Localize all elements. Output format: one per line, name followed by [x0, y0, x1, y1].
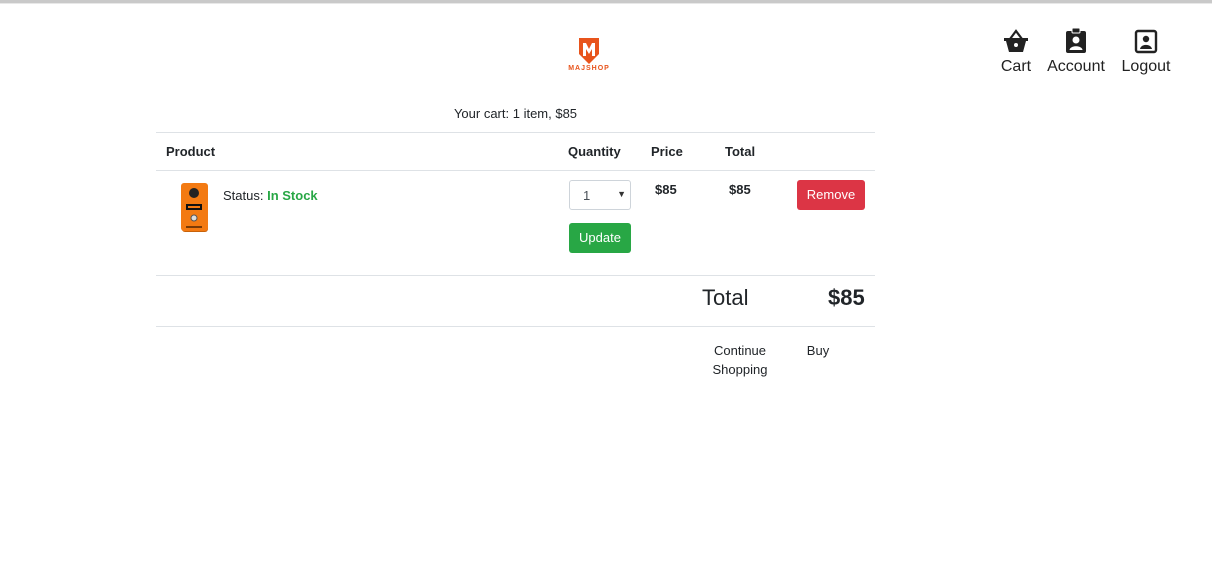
id-badge-icon: [1066, 28, 1086, 53]
guitar-pedal-icon[interactable]: [178, 182, 212, 234]
order-total-value: $85: [828, 285, 865, 310]
brand-name: MAJSHOP: [568, 65, 610, 72]
stock-status-value: In Stock: [267, 188, 318, 203]
brand-logo[interactable]: MAJSHOP: [566, 38, 612, 76]
quantity-select[interactable]: 1 ▼: [569, 180, 631, 210]
chevron-down-icon: ▼: [617, 189, 626, 199]
brand-shield-icon: [579, 38, 599, 64]
buy-link[interactable]: Buy: [800, 341, 836, 360]
table-top-divider: [156, 132, 875, 133]
total-divider: [156, 326, 875, 327]
browser-top-border-shadow: [0, 3, 1212, 4]
nav-logout-label: Logout: [1121, 58, 1171, 75]
header-product: Product: [166, 144, 216, 159]
header-price: Price: [651, 144, 683, 159]
header-divider: [156, 170, 875, 171]
update-button[interactable]: Update: [569, 223, 631, 253]
item-total: $85: [729, 182, 751, 197]
item-price: $85: [655, 182, 677, 197]
order-total-label: Total: [702, 285, 749, 310]
header-quantity: Quantity: [568, 144, 621, 159]
stock-status: Status: In Stock: [223, 188, 318, 203]
quantity-value: 1: [583, 188, 591, 203]
nav-account[interactable]: Account: [1044, 28, 1108, 76]
continue-shopping-link[interactable]: Continue Shopping: [705, 341, 775, 379]
nav-cart[interactable]: Cart: [997, 28, 1035, 76]
user-square-icon: [1134, 29, 1158, 54]
cart-summary: Your cart: 1 item, $85: [453, 106, 578, 121]
remove-button[interactable]: Remove: [797, 180, 865, 210]
nav-cart-label: Cart: [1000, 58, 1032, 75]
header-total: Total: [725, 144, 756, 159]
nav-logout[interactable]: Logout: [1119, 28, 1173, 76]
row-divider: [156, 275, 875, 276]
basket-icon: [1004, 29, 1028, 52]
stock-status-label: Status:: [223, 188, 264, 203]
nav-account-label: Account: [1047, 58, 1105, 75]
